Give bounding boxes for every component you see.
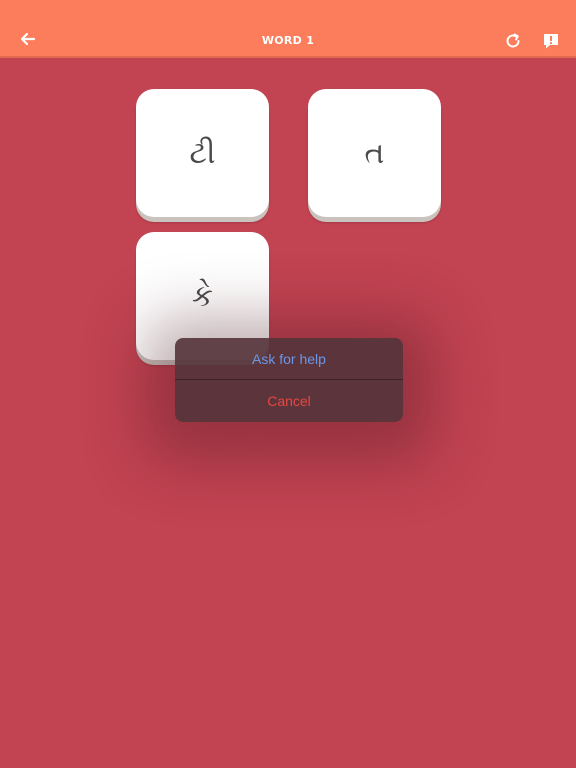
letter-tile[interactable]: ટી [136,89,269,217]
game-screen: WORD 1 ટી ત કે Ask for help Cancel [0,0,576,768]
refresh-icon[interactable] [504,32,522,50]
tile-letter: ત [364,135,385,171]
tile-letter: ટી [189,135,216,171]
cancel-button[interactable]: Cancel [175,380,403,421]
top-bar: WORD 1 [0,0,576,58]
ask-for-help-button[interactable]: Ask for help [175,338,403,380]
page-title: WORD 1 [261,34,315,47]
action-sheet: Ask for help Cancel [175,338,403,422]
help-speech-bubble-icon[interactable] [542,32,560,50]
tile-letter: કે [191,278,214,314]
letter-tile[interactable]: ત [308,89,441,217]
